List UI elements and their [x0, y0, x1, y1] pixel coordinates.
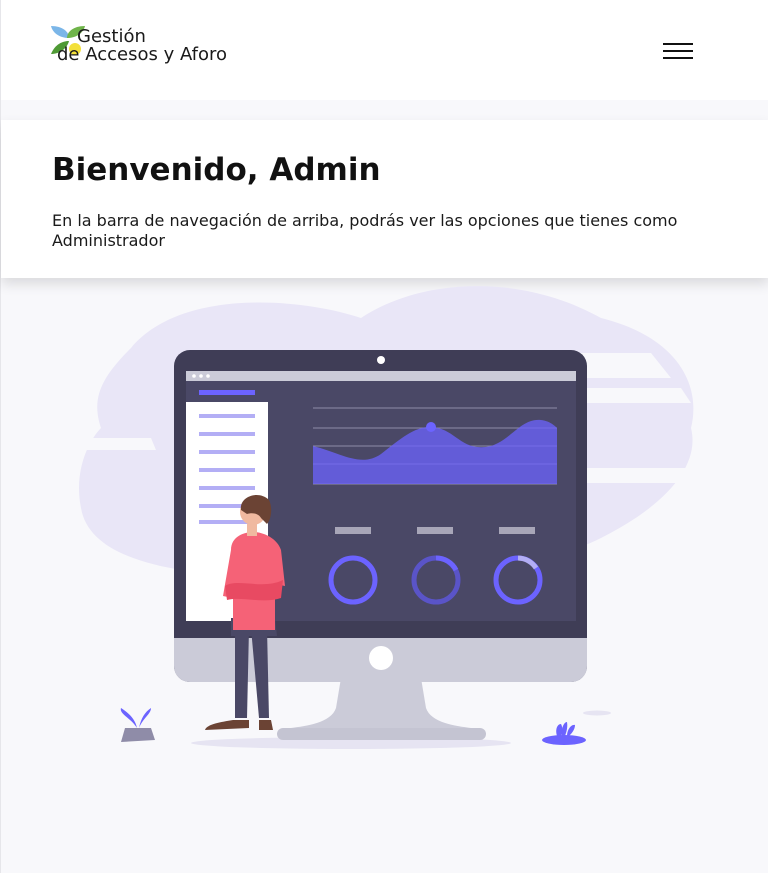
welcome-description: En la barra de navegación de arriba, pod…	[52, 211, 678, 250]
floor-spot	[583, 710, 611, 716]
welcome-card: Bienvenido, Admin En la barra de navegac…	[1, 120, 768, 278]
brand-title-line2: de Accesos y Aforo	[57, 44, 227, 65]
monitor-power-button	[369, 646, 393, 670]
brand[interactable]: Gestión de Accesos y Aforo	[49, 24, 249, 72]
screen-titlebar	[186, 371, 576, 381]
welcome-title: Bienvenido, Admin	[52, 152, 381, 188]
monitor-stand	[291, 678, 471, 728]
plant-right	[542, 722, 586, 745]
plant-left	[120, 708, 155, 742]
monitor-camera	[377, 356, 385, 364]
menu-bar	[663, 43, 693, 45]
top-navbar: Gestión de Accesos y Aforo	[1, 0, 768, 100]
monitor-base	[277, 728, 486, 740]
dashboard-illustration	[61, 286, 696, 749]
menu-bar	[663, 57, 693, 59]
hamburger-menu-icon[interactable]	[661, 40, 695, 64]
page: Gestión de Accesos y Aforo Bienvenido, A…	[0, 0, 768, 873]
background-stripe	[61, 438, 156, 450]
menu-bar	[663, 50, 693, 52]
background-stripe	[581, 468, 696, 483]
chart-highlight-point	[426, 422, 436, 432]
